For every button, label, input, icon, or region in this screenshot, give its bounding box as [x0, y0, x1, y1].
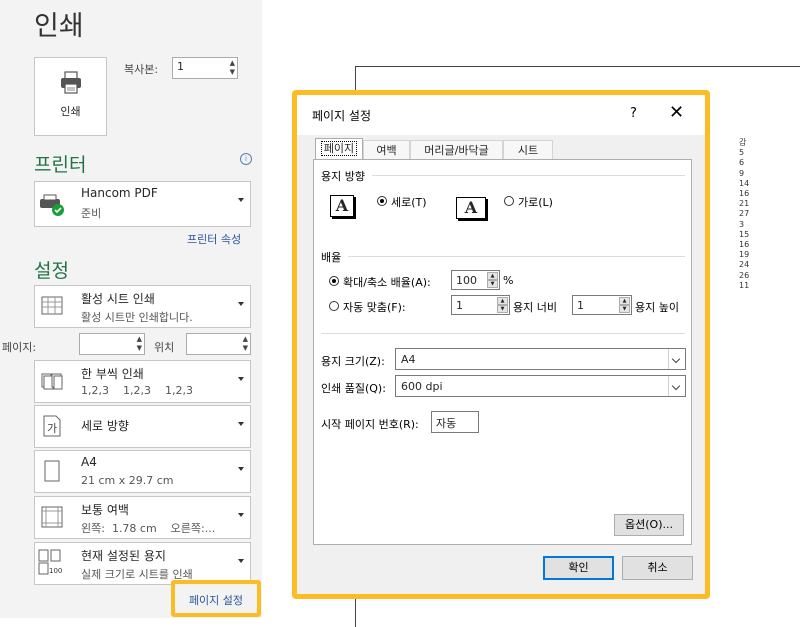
preview-cell-value: 5 — [739, 148, 745, 158]
pages-label: 페이지: — [2, 341, 37, 354]
print-button[interactable]: 인쇄 — [34, 57, 107, 136]
print-scope-sub: 활성 시트만 인쇄합니다. — [81, 311, 193, 324]
print-scope-dropdown[interactable]: 활성 시트 인쇄 활성 시트만 인쇄합니다. — [34, 285, 251, 328]
preview-cell-value: 14 — [739, 178, 750, 188]
printer-icon — [61, 71, 81, 94]
collate-title: 한 부씩 인쇄 — [81, 367, 144, 381]
chevron-down-icon — [238, 559, 244, 563]
preview-cell-value: 감 — [739, 138, 747, 147]
printer-section-heading: 프린터 — [34, 154, 87, 176]
margins-icon — [41, 506, 63, 528]
paper-size-sub: 21 cm x 29.7 cm — [81, 474, 174, 487]
paper-size-title: A4 — [81, 455, 97, 469]
margins-title: 보통 여백 — [81, 503, 129, 517]
spin-down-icon[interactable]: ▼ — [137, 345, 142, 352]
preview-cell-value: 19 — [739, 250, 750, 260]
preview-cell-value: 3 — [739, 219, 745, 229]
copies-spinner[interactable]: 1 ▲ ▼ — [172, 57, 238, 79]
printer-dropdown[interactable]: Hancom PDF 준비 — [34, 181, 251, 227]
print-button-label: 인쇄 — [60, 105, 81, 118]
collate-dropdown[interactable]: 한 부씩 인쇄 1,2,3 1,2,3 1,2,3 — [34, 360, 251, 403]
page-title: 인쇄 — [34, 11, 84, 42]
orientation-dropdown[interactable]: 가 세로 방향 — [34, 405, 251, 448]
preview-cell-value: 24 — [739, 260, 750, 270]
preview-cell-value: 11 — [739, 280, 750, 290]
pages-to-label: 위치 — [154, 341, 175, 354]
info-icon[interactable]: i — [240, 153, 252, 165]
chevron-down-icon — [238, 422, 244, 426]
page-setup-link[interactable]: 페이지 설정 — [175, 592, 257, 608]
margins-sub: 왼쪽: 1.78 cm 오른쪽:... — [81, 522, 216, 535]
preview-cell-value: 26 — [739, 270, 750, 280]
orientation-title: 세로 방향 — [81, 419, 129, 433]
printer-ready-icon — [40, 194, 64, 216]
margins-dropdown[interactable]: 보통 여백 왼쪽: 1.78 cm 오른쪽:... — [34, 496, 251, 539]
chevron-down-icon — [238, 513, 244, 517]
scaling-dropdown[interactable]: 100 현재 설정된 용지 실제 크기로 시트를 인쇄 — [34, 542, 251, 585]
scaling-icon: 100 — [38, 549, 62, 575]
chevron-down-icon — [238, 302, 244, 306]
print-scope-title: 활성 시트 인쇄 — [81, 292, 155, 306]
spin-up-icon[interactable]: ▲ — [230, 60, 235, 67]
pages-from-spinner[interactable]: ▲ ▼ — [79, 333, 145, 355]
preview-cell-value: 9 — [739, 168, 745, 178]
printer-properties-link[interactable]: 프린터 속성 — [187, 231, 241, 247]
dialog-highlight-frame — [292, 90, 710, 599]
svg-text:가: 가 — [47, 422, 57, 435]
preview-cell-value: 15 — [739, 229, 750, 239]
preview-cell-value: 16 — [739, 240, 750, 250]
preview-cell-value: 6 — [739, 158, 745, 168]
spin-down-icon[interactable]: ▼ — [243, 345, 248, 352]
preview-cell-value: 27 — [739, 209, 750, 219]
copies-label: 복사본: — [124, 63, 159, 76]
preview-gutter — [262, 0, 295, 618]
settings-section-heading: 설정 — [34, 260, 69, 282]
spin-down-icon[interactable]: ▼ — [230, 69, 235, 76]
sheet-grid-icon — [41, 296, 63, 315]
preview-column-values: 감 5 6 9 14 16 21 27 3 15 16 19 24 26 11 — [739, 138, 749, 291]
svg-text:100: 100 — [49, 567, 62, 575]
printer-status: 준비 — [81, 207, 102, 220]
preview-cell-value: 16 — [739, 189, 750, 199]
preview-cell-value: 21 — [739, 199, 750, 209]
collate-icon — [41, 373, 63, 390]
page-setup-link-highlight[interactable]: 페이지 설정 — [171, 580, 261, 617]
printer-name: Hancom PDF — [81, 186, 158, 200]
spin-up-icon[interactable]: ▲ — [137, 336, 142, 343]
chevron-down-icon — [238, 198, 244, 202]
pages-to-spinner[interactable]: ▲ ▼ — [186, 333, 251, 355]
spin-up-icon[interactable]: ▲ — [243, 336, 248, 343]
copies-value: 1 — [177, 60, 184, 73]
collate-sub: 1,2,3 1,2,3 1,2,3 — [81, 384, 193, 397]
chevron-down-icon — [238, 467, 244, 471]
portrait-orientation-icon: 가 — [43, 415, 61, 437]
chevron-down-icon — [238, 377, 244, 381]
paper-size-dropdown[interactable]: A4 21 cm x 29.7 cm — [34, 450, 251, 493]
paper-icon — [44, 460, 60, 482]
scaling-title: 현재 설정된 용지 — [81, 549, 166, 563]
